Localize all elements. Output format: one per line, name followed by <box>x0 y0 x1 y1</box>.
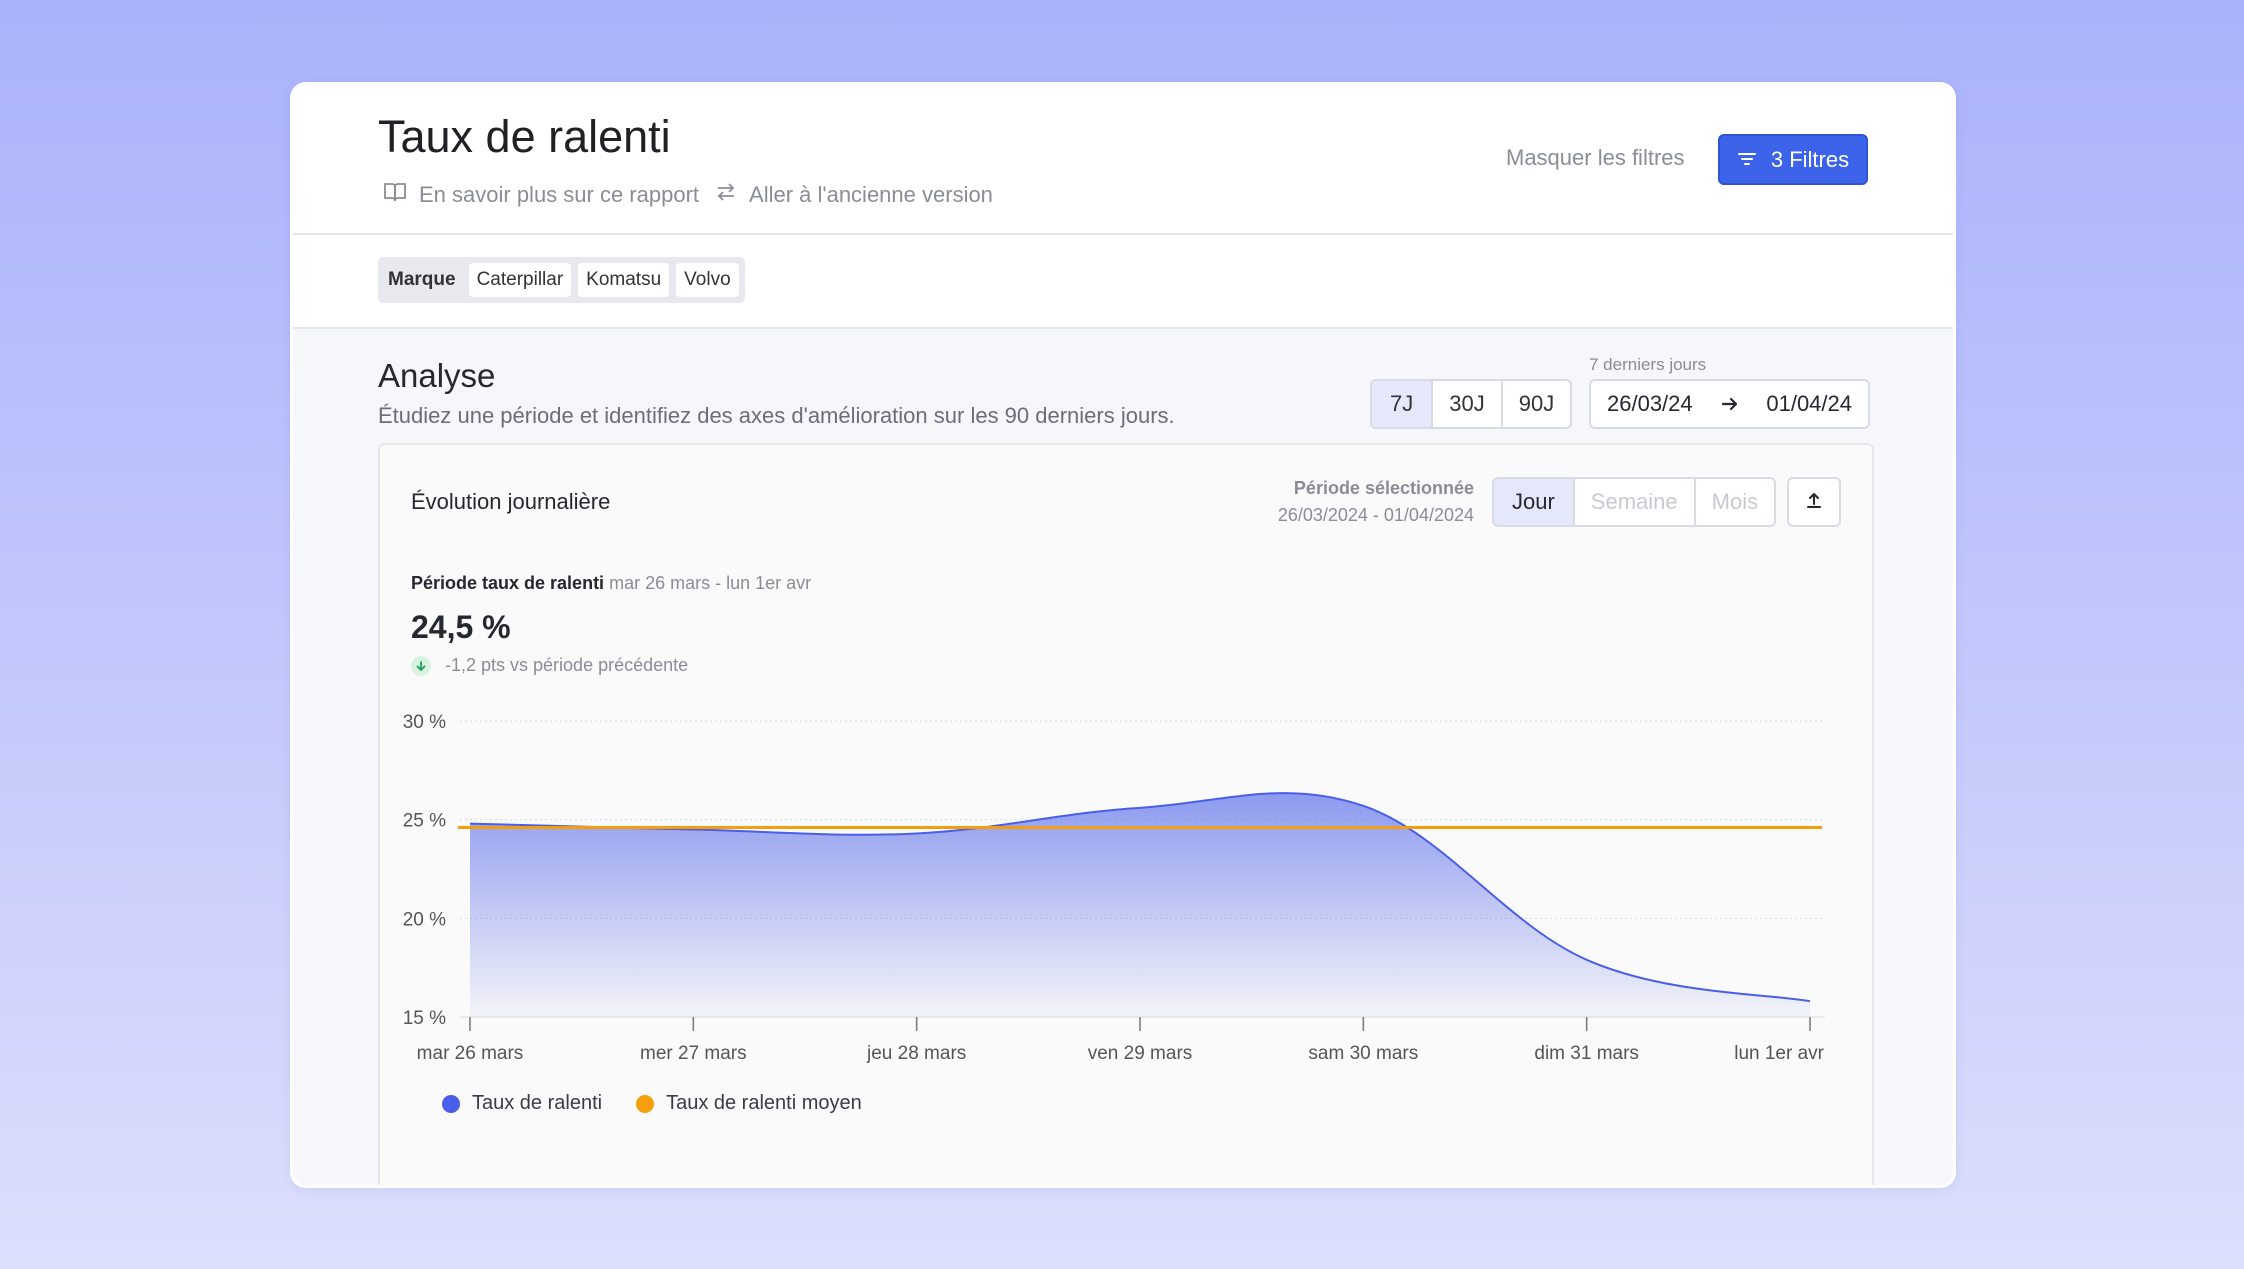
y-tick-label: 15 % <box>403 1008 446 1029</box>
legend-item[interactable]: Taux de ralenti moyen <box>636 1092 862 1115</box>
legend-label: Taux de ralenti <box>472 1092 603 1114</box>
book-icon <box>383 181 419 209</box>
filter-lines-icon <box>1737 147 1771 173</box>
learn-more-label: En savoir plus sur ce rapport <box>419 182 700 207</box>
filters-button-label: 3 Filtres <box>1770 146 1850 172</box>
arrow-right-icon <box>1721 391 1739 417</box>
x-tick-label: mer 27 mars <box>640 1043 747 1064</box>
report-card: Taux de ralenti En savoir plus sur ce ra… <box>290 82 1956 1188</box>
header-links: En savoir plus sur ce rapport Aller à l'… <box>383 181 993 209</box>
chart-legend: Taux de ralenti Taux de ralenti moyen <box>442 1092 896 1115</box>
filter-chip[interactable]: Volvo <box>676 263 739 297</box>
x-tick-label: sam 30 mars <box>1308 1043 1418 1064</box>
old-version-link[interactable]: Aller à l'ancienne version <box>715 182 993 208</box>
range-30j[interactable]: 30J <box>1431 381 1500 427</box>
y-tick-label: 30 % <box>403 712 446 733</box>
idle-rate-chart: 30 % 25 % 20 % 15 % mar 26 mars mer 27 mars je… <box>403 712 1825 1064</box>
date-start: 26/03/24 <box>1607 391 1693 416</box>
page-title: Taux de ralenti <box>378 111 671 162</box>
learn-more-link[interactable]: En savoir plus sur ce rapport <box>383 181 699 209</box>
y-tick-label: 20 % <box>403 909 446 930</box>
legend-label: Taux de ralenti moyen <box>666 1092 862 1114</box>
filter-chip[interactable]: Caterpillar <box>468 263 572 297</box>
legend-item[interactable]: Taux de ralenti <box>442 1092 602 1115</box>
hide-filters-button[interactable]: Masquer les filtres <box>1506 145 1685 171</box>
filter-chip[interactable]: Komatsu <box>578 263 670 297</box>
analysis-title: Analyse <box>378 357 496 394</box>
range-selector: 7J 30J 90J <box>1370 379 1573 429</box>
x-tick-label: dim 31 mars <box>1534 1043 1639 1064</box>
filters-button[interactable]: 3 Filtres <box>1718 134 1868 185</box>
date-range-picker[interactable]: 26/03/24 01/04/24 <box>1589 379 1870 429</box>
date-range-caption: 7 derniers jours <box>1589 355 1707 374</box>
legend-swatch <box>442 1094 460 1113</box>
brand-filter[interactable]: Marque Caterpillar Komatsu Volvo <box>378 257 745 303</box>
old-version-label: Aller à l'ancienne version <box>749 182 993 207</box>
x-tick-label: lun 1er avr <box>1734 1043 1824 1064</box>
x-tick-label: mar 26 mars <box>417 1043 524 1064</box>
date-end: 01/04/24 <box>1766 391 1852 416</box>
swap-arrows-icon <box>715 182 749 208</box>
filter-key: Marque <box>388 269 456 290</box>
analysis-subtitle: Étudiez une période et identifiez des ax… <box>378 403 1175 428</box>
daily-evolution-card: Évolution journalière Période sélectionn… <box>378 443 1874 1185</box>
range-7j[interactable]: 7J <box>1372 381 1434 427</box>
report-header: Taux de ralenti En savoir plus sur ce ra… <box>293 85 1953 235</box>
x-tick-label: ven 29 mars <box>1088 1043 1193 1064</box>
legend-swatch <box>636 1094 655 1113</box>
filter-bar: Marque Caterpillar Komatsu Volvo <box>293 235 1953 329</box>
y-tick-label: 25 % <box>403 811 446 832</box>
x-tick-label: jeu 28 mars <box>866 1043 966 1064</box>
range-90j[interactable]: 90J <box>1500 381 1570 427</box>
